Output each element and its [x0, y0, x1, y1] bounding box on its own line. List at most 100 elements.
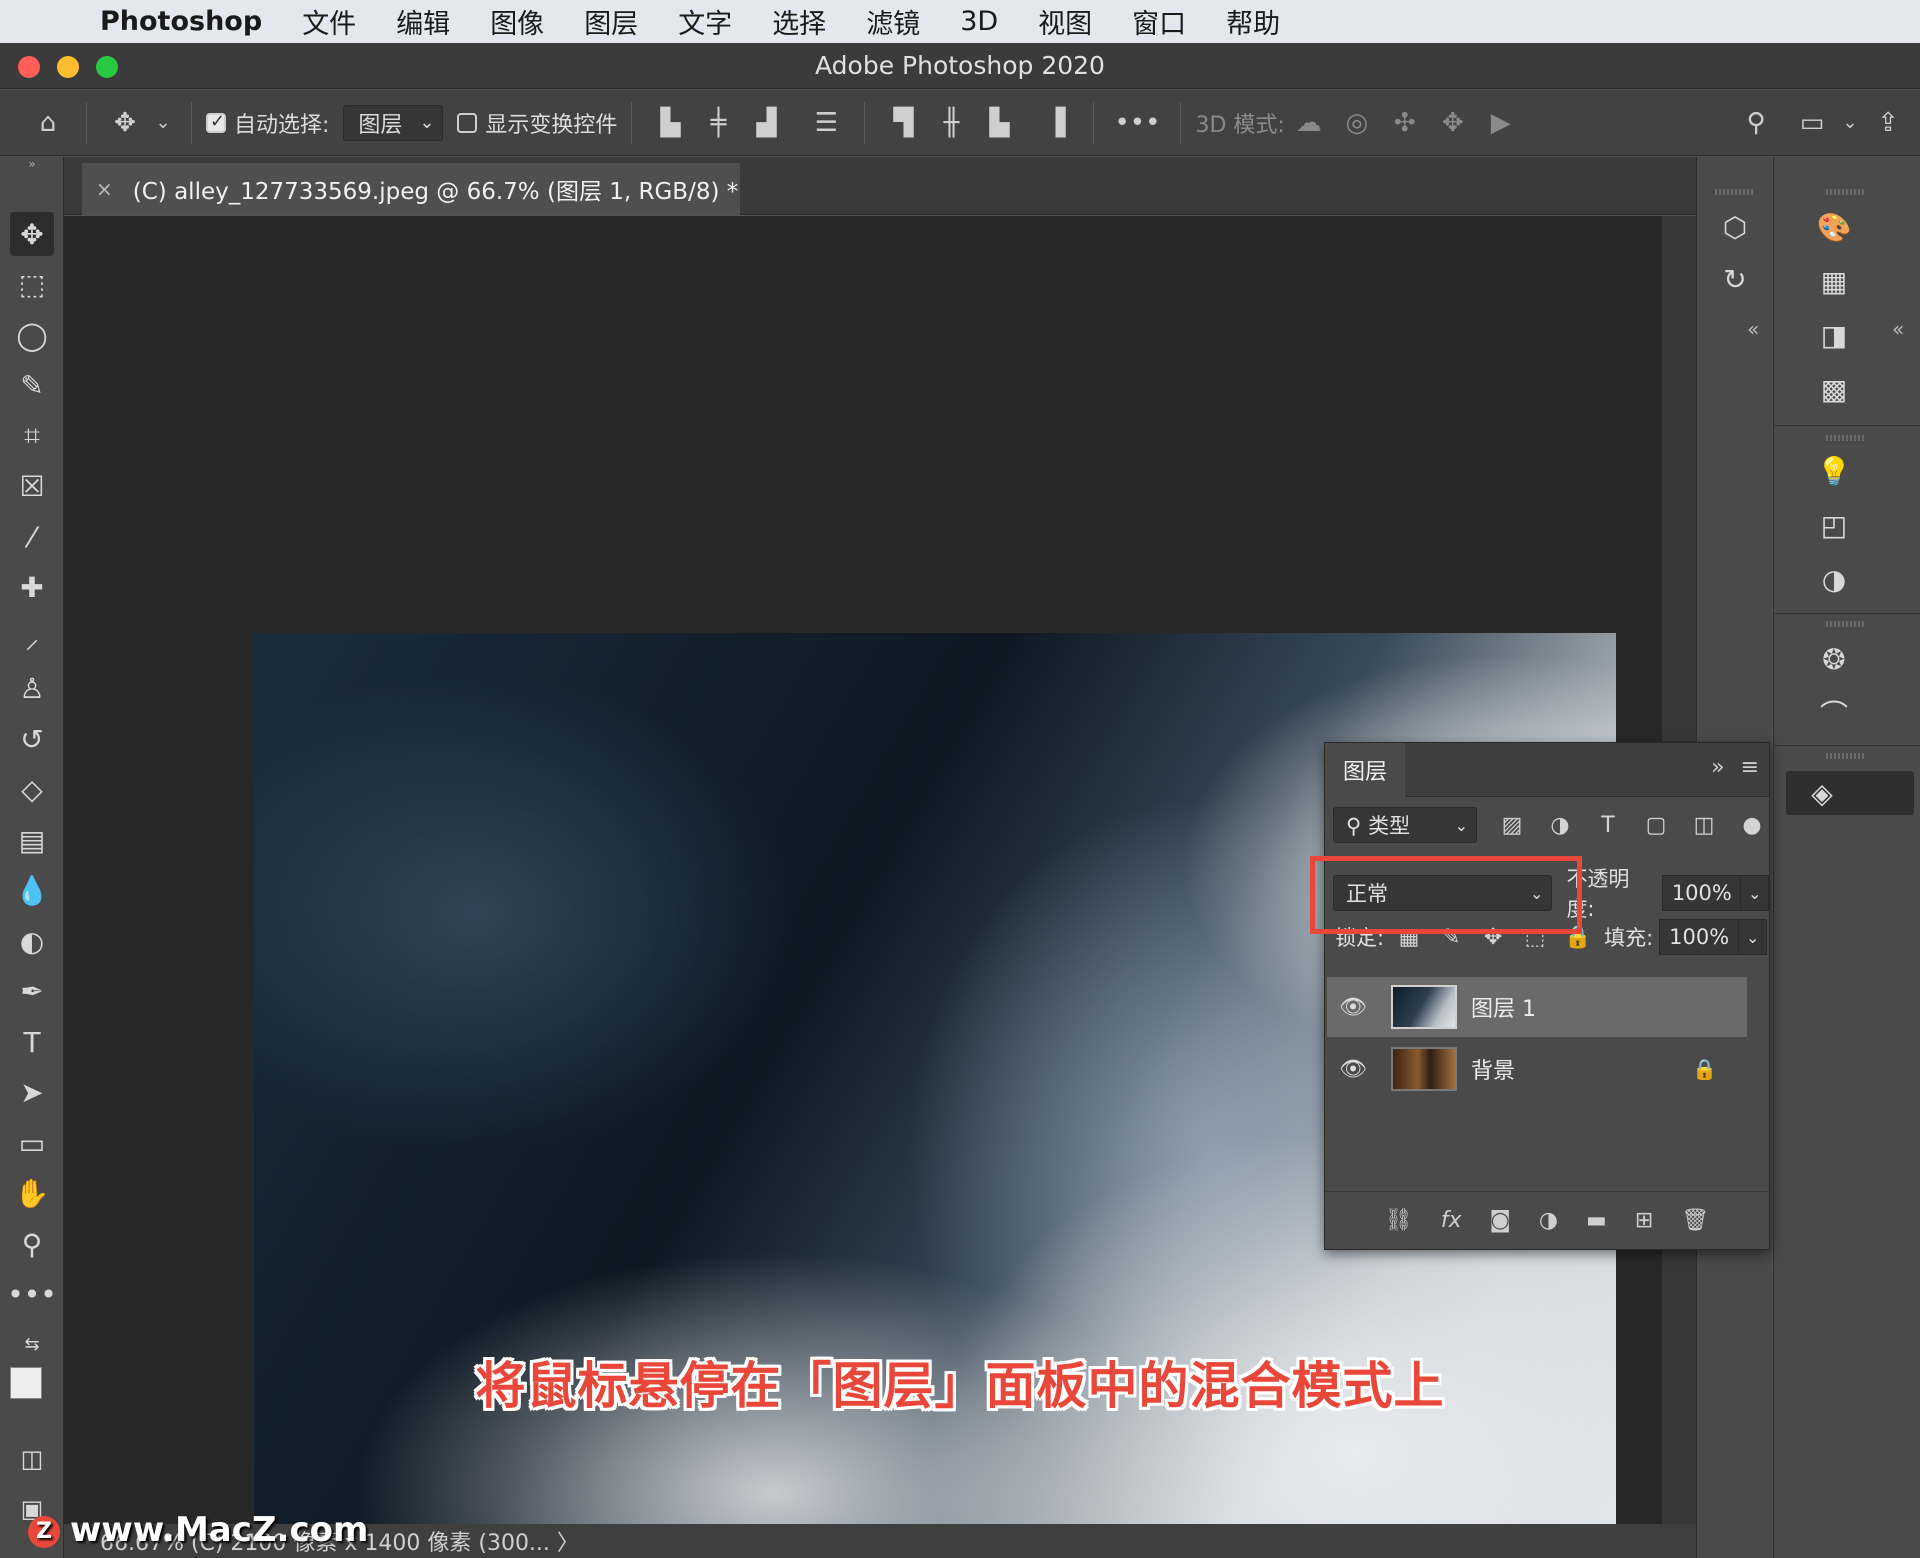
gradient-tool-icon[interactable]: ▤ [10, 818, 54, 862]
history-panel-icon[interactable]: ↻ [1713, 257, 1757, 301]
show-transform-checkbox[interactable] [457, 112, 478, 133]
dodge-tool-icon[interactable]: ◐ [10, 919, 54, 963]
libraries-panel-icon[interactable]: ◰ [1812, 503, 1856, 547]
filter-type-icon[interactable]: T [1595, 813, 1621, 838]
new-layer-icon[interactable]: ⊞ [1635, 1208, 1653, 1233]
menu-select[interactable]: 选择 [772, 2, 826, 41]
learn-panel-icon[interactable]: 💡 [1812, 449, 1856, 493]
collapse-arrows-icon[interactable]: » [10, 157, 54, 171]
type-tool-icon[interactable]: T [10, 1020, 54, 1064]
fill-input[interactable]: 100% [1659, 919, 1740, 955]
trash-icon[interactable]: 🗑 [1681, 1208, 1709, 1233]
eye-icon[interactable]: 👁 [1327, 995, 1379, 1020]
zoom-window-button[interactable] [96, 56, 118, 78]
adjustments-panel-icon[interactable]: ◑ [1812, 557, 1856, 601]
filter-shape-icon[interactable]: ▢ [1643, 813, 1669, 838]
menu-layer[interactable]: 图层 [584, 2, 638, 41]
fx-icon[interactable]: fx [1441, 1208, 1462, 1233]
search-icon[interactable]: ⚲ [1738, 103, 1774, 143]
menu-filter[interactable]: 滤镜 [866, 2, 920, 41]
menu-window[interactable]: 窗口 [1132, 2, 1186, 41]
align-right-icon[interactable]: ▟ [748, 103, 784, 143]
filter-adjustment-icon[interactable]: ◑ [1547, 813, 1573, 838]
brush-tool-icon[interactable]: ⸝ [10, 616, 54, 660]
layer-row[interactable]: 👁 背景 🔒 [1327, 1039, 1747, 1099]
eraser-tool-icon[interactable]: ◇ [10, 767, 54, 811]
edit-toolbar-icon[interactable]: ••• [7, 1272, 57, 1316]
history-brush-tool-icon[interactable]: ↺ [10, 717, 54, 761]
hand-tool-icon[interactable]: ✋ [10, 1171, 54, 1215]
layer-name[interactable]: 背景 [1471, 1053, 1515, 1085]
layers-panel-tab-active[interactable]: ◈ [1786, 771, 1914, 815]
lasso-tool-icon[interactable]: ◯ [10, 313, 54, 357]
menu-edit[interactable]: 编辑 [396, 2, 450, 41]
menu-type[interactable]: 文字 [678, 2, 732, 41]
move-tool-icon[interactable]: ✥ [10, 212, 54, 256]
filter-toggle-icon[interactable]: ● [1739, 813, 1765, 838]
crop-tool-icon[interactable]: ⌗ [10, 414, 54, 458]
grip-handle[interactable] [1826, 621, 1866, 627]
channels-panel-icon[interactable]: ❂ [1812, 637, 1856, 681]
3d-camera-icon[interactable]: ▶ [1483, 103, 1519, 143]
distribute-vertical-icon[interactable]: ▐ [1037, 103, 1073, 143]
eyedropper-tool-icon[interactable]: ⁄ [10, 515, 54, 559]
home-icon[interactable]: ⌂ [30, 103, 66, 143]
swatches-panel-icon[interactable]: ▦ [1812, 259, 1856, 303]
3d-roll-icon[interactable]: ◎ [1339, 103, 1375, 143]
add-mask-icon[interactable]: ◙ [1489, 1208, 1510, 1233]
menu-file[interactable]: 文件 [302, 2, 356, 41]
3d-pan-icon[interactable]: ✣ [1387, 103, 1423, 143]
grip-handle[interactable] [1826, 435, 1866, 441]
color-panel-icon[interactable]: 🎨 [1812, 205, 1856, 249]
menu-help[interactable]: 帮助 [1226, 2, 1280, 41]
align-bottom-icon[interactable]: ▙ [981, 103, 1017, 143]
chevron-down-icon[interactable]: ⌄ [1842, 103, 1858, 143]
gradients-panel-icon[interactable]: ◨ [1812, 313, 1856, 357]
layers-tab[interactable]: 图层 [1325, 743, 1405, 797]
pen-tool-icon[interactable]: ✒ [10, 969, 54, 1013]
healing-brush-tool-icon[interactable]: ✚ [10, 565, 54, 609]
collapse-arrows-icon[interactable]: « [1892, 317, 1904, 341]
grip-handle[interactable] [1826, 189, 1866, 195]
3d-slide-icon[interactable]: ✥ [1435, 103, 1471, 143]
quick-mask-icon[interactable]: ◫ [10, 1437, 54, 1481]
document-tab[interactable]: × (C) alley_127733569.jpeg @ 66.7% (图层 1… [82, 163, 740, 215]
align-left-icon[interactable]: ▙ [652, 103, 688, 143]
collapse-arrows-icon[interactable]: « [1747, 317, 1759, 341]
auto-select-checkbox[interactable] [206, 111, 226, 133]
layer-filter-dropdown[interactable]: ⚲ 类型 ⌄ [1333, 807, 1477, 843]
frame-tool-icon[interactable]: ☒ [10, 464, 54, 508]
grip-handle[interactable] [1826, 753, 1866, 759]
rectangle-tool-icon[interactable]: ▭ [10, 1121, 54, 1165]
chevron-down-icon[interactable]: ⌄ [1739, 919, 1768, 955]
new-group-icon[interactable]: ▬ [1586, 1208, 1607, 1233]
chevron-down-icon[interactable]: ⌄ [1741, 875, 1769, 911]
layer-row[interactable]: 👁 图层 1 [1327, 977, 1747, 1037]
opacity-input[interactable]: 100% [1662, 875, 1742, 911]
menu-view[interactable]: 视图 [1038, 2, 1092, 41]
filter-pixel-icon[interactable]: ▨ [1499, 813, 1525, 838]
menu-app-photoshop[interactable]: Photoshop [100, 6, 262, 37]
marquee-tool-icon[interactable]: ⬚ [10, 262, 54, 306]
path-selection-tool-icon[interactable]: ➤ [10, 1070, 54, 1114]
share-icon[interactable]: ⇪ [1870, 103, 1906, 143]
filter-smart-object-icon[interactable]: ◫ [1691, 813, 1717, 838]
clone-stamp-tool-icon[interactable]: ♙ [10, 666, 54, 710]
layer-name[interactable]: 图层 1 [1471, 991, 1536, 1023]
align-top-icon[interactable]: ▜ [885, 103, 921, 143]
workspace-icon[interactable]: ▭ [1794, 103, 1830, 143]
3d-panel-icon[interactable]: ⬡ [1713, 205, 1757, 249]
menu-image[interactable]: 图像 [490, 2, 544, 41]
eye-icon[interactable]: 👁 [1327, 1057, 1379, 1082]
chevron-down-icon[interactable]: ⌄ [155, 103, 171, 143]
paths-panel-icon[interactable]: ⌒ [1812, 691, 1856, 735]
more-options-icon[interactable]: ••• [1114, 103, 1160, 143]
grip-handle[interactable] [1715, 189, 1755, 195]
quick-select-tool-icon[interactable]: ✎ [10, 363, 54, 407]
align-center-horizontal-icon[interactable]: ╪ [700, 103, 736, 143]
3d-orbit-icon[interactable]: ☁ [1291, 103, 1327, 143]
zoom-tool-icon[interactable]: ⚲ [10, 1222, 54, 1266]
distribute-icon[interactable]: ☰ [808, 103, 844, 143]
close-window-button[interactable] [18, 56, 40, 78]
adjustment-layer-icon[interactable]: ◑ [1539, 1208, 1558, 1233]
